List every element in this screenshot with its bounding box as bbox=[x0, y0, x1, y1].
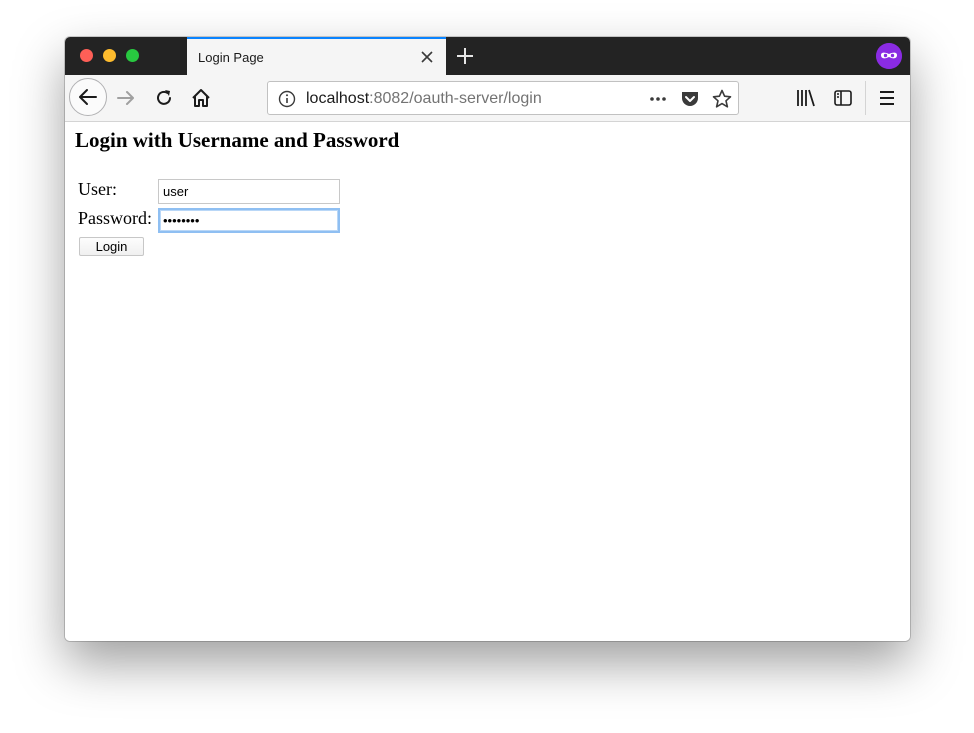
private-browsing-icon bbox=[876, 43, 902, 69]
toolbar-divider bbox=[865, 81, 866, 115]
more-icon[interactable] bbox=[648, 92, 668, 106]
back-button[interactable] bbox=[69, 78, 107, 116]
address-bar[interactable]: localhost:8082/oauth-server/login bbox=[267, 81, 739, 115]
password-input[interactable]: •••••••• bbox=[158, 208, 340, 233]
username-input[interactable]: user bbox=[158, 179, 340, 204]
browser-window: Login Page localhost:8082/oauth-server/l… bbox=[65, 37, 910, 641]
login-button[interactable]: Login bbox=[79, 237, 144, 256]
url-path: :8082/oauth-server/login bbox=[369, 90, 542, 107]
tab-login-page[interactable]: Login Page bbox=[187, 37, 446, 75]
home-icon[interactable] bbox=[190, 87, 212, 109]
back-arrow-icon bbox=[79, 89, 97, 105]
page-content: Login with Username and Password User: u… bbox=[65, 122, 910, 641]
user-label: User: bbox=[78, 179, 117, 199]
url-host: localhost bbox=[306, 90, 370, 107]
star-icon[interactable] bbox=[711, 88, 733, 110]
library-icon[interactable] bbox=[795, 87, 817, 109]
plus-icon[interactable] bbox=[455, 46, 475, 66]
window-maximize-button[interactable] bbox=[126, 49, 139, 62]
menu-icon[interactable] bbox=[876, 87, 898, 109]
password-label: Password: bbox=[78, 208, 153, 228]
reload-icon[interactable] bbox=[153, 87, 175, 109]
forward-arrow-icon[interactable] bbox=[115, 87, 137, 109]
tab-title: Login Page bbox=[198, 50, 264, 65]
tab-strip: Login Page bbox=[65, 37, 910, 75]
info-icon[interactable] bbox=[278, 90, 296, 108]
pocket-icon[interactable] bbox=[679, 88, 701, 110]
navigation-toolbar: localhost:8082/oauth-server/login bbox=[65, 75, 910, 122]
sidebar-icon[interactable] bbox=[832, 87, 854, 109]
close-icon[interactable] bbox=[420, 50, 434, 64]
url-text[interactable]: localhost:8082/oauth-server/login bbox=[306, 90, 542, 108]
page-title: Login with Username and Password bbox=[75, 128, 400, 152]
window-close-button[interactable] bbox=[80, 49, 93, 62]
window-minimize-button[interactable] bbox=[103, 49, 116, 62]
